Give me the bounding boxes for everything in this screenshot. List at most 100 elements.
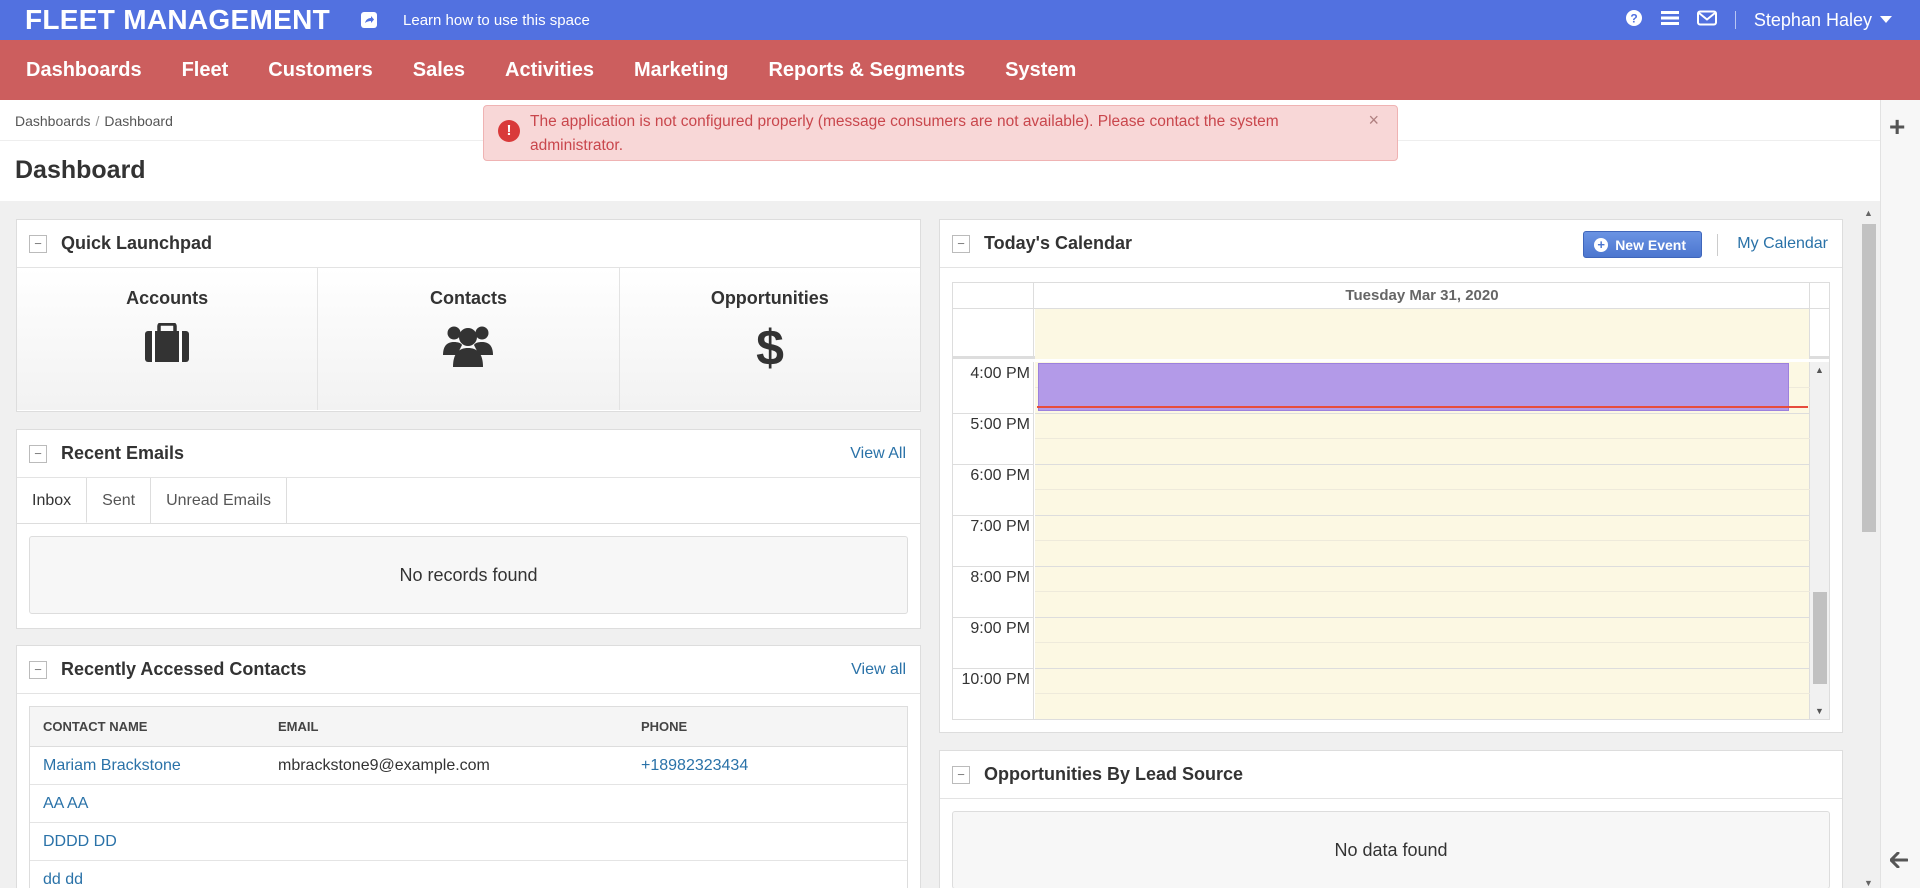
hour-line (1035, 617, 1810, 618)
gutter-line (953, 413, 1034, 414)
collapse-button[interactable]: − (952, 234, 970, 253)
contact-name-link[interactable]: dd dd (30, 871, 278, 888)
scroll-up-icon[interactable]: ▲ (1815, 365, 1824, 375)
breadcrumb-item-dashboards[interactable]: Dashboards (15, 113, 91, 129)
add-widget-icon[interactable]: + (1889, 113, 1905, 141)
calendar-event[interactable] (1038, 363, 1789, 411)
mail-icon[interactable] (1696, 10, 1717, 31)
widget-header: − Recently Accessed Contacts View all (17, 646, 920, 694)
svg-text:?: ? (1630, 11, 1637, 25)
time-gutter-header (953, 283, 1034, 309)
gutter-line (953, 566, 1034, 567)
contact-email: mbrackstone9@example.com (278, 756, 490, 774)
users-icon (443, 323, 494, 372)
current-time-indicator (1037, 406, 1808, 408)
collapse-button[interactable]: − (29, 444, 47, 463)
main-nav: Dashboards Fleet Customers Sales Activit… (0, 40, 1920, 100)
scrollbar-thumb[interactable] (1813, 592, 1827, 684)
tab-inbox[interactable]: Inbox (17, 478, 88, 523)
hour-line (1035, 515, 1810, 516)
table-row: AA AA (30, 785, 907, 823)
launchpad-grid: Accounts Contacts Opportunities $ (17, 268, 920, 410)
page-scrollbar[interactable]: ▲ ▼ (1860, 208, 1878, 888)
tab-sent[interactable]: Sent (87, 478, 152, 523)
widget-title: Quick Launchpad (61, 233, 213, 253)
time-label: 7:00 PM (970, 518, 1030, 535)
new-event-label: New Event (1615, 236, 1686, 253)
my-calendar-link[interactable]: My Calendar (1737, 235, 1828, 253)
scroll-down-icon[interactable]: ▼ (1864, 878, 1873, 888)
user-menu[interactable]: Stephan Haley (1754, 10, 1892, 31)
gutter-line (953, 515, 1034, 516)
top-bar: FLEET MANAGEMENT Learn how to use this s… (0, 0, 1920, 40)
all-day-gutter (953, 309, 1034, 359)
breadcrumb-separator: / (95, 113, 100, 129)
header-separator (1717, 234, 1718, 256)
time-slots: 4:00 PM 5:00 PM 6:00 PM 7:00 PM 8:00 PM … (953, 362, 1829, 719)
time-label: 10:00 PM (961, 671, 1030, 688)
time-label: 6:00 PM (970, 467, 1030, 484)
half-hour-line (1035, 642, 1810, 643)
column-header[interactable]: EMAIL (278, 719, 641, 734)
nav-item-fleet[interactable]: Fleet (182, 59, 229, 82)
hour-line (1035, 566, 1810, 567)
arrow-left-icon[interactable] (1889, 848, 1909, 874)
launchpad-label: Accounts (126, 288, 209, 308)
menu-icon[interactable] (1660, 10, 1679, 31)
half-hour-line (1035, 540, 1810, 541)
hour-line (1035, 668, 1810, 669)
table-row: DDDD DD (30, 823, 907, 861)
contact-name-link[interactable]: AA AA (30, 795, 278, 813)
contact-name-link[interactable]: DDDD DD (30, 833, 278, 851)
scrollbar-thumb[interactable] (1862, 224, 1876, 532)
half-hour-line (1035, 591, 1810, 592)
tab-unread-emails[interactable]: Unread Emails (151, 478, 287, 523)
collapse-button[interactable]: − (29, 234, 47, 253)
view-all-link[interactable]: View all (851, 661, 906, 679)
nav-item-system[interactable]: System (1005, 59, 1076, 82)
time-label: 8:00 PM (970, 569, 1030, 586)
nav-item-customers[interactable]: Customers (268, 59, 372, 82)
all-day-row[interactable] (953, 309, 1829, 359)
widget-title: Recently Accessed Contacts (61, 659, 307, 679)
page-title: Dashboard (15, 156, 146, 184)
nav-item-marketing[interactable]: Marketing (634, 59, 728, 82)
contact-name-link[interactable]: Mariam Brackstone (30, 757, 278, 775)
briefcase-icon (144, 322, 190, 368)
nav-item-sales[interactable]: Sales (413, 59, 465, 82)
hour-line (1035, 413, 1810, 414)
help-icon[interactable]: ? (1625, 9, 1643, 32)
contact-phone-link[interactable]: +18982323434 (641, 757, 748, 775)
contacts-table: CONTACT NAME EMAIL PHONE Mariam Bracksto… (29, 706, 908, 888)
nav-item-activities[interactable]: Activities (505, 59, 594, 82)
plus-circle-icon: + (1594, 237, 1609, 252)
day-label: Tuesday Mar 31, 2020 (1035, 283, 1810, 309)
calendar-scrollbar[interactable]: ▲ ▼ (1810, 362, 1829, 719)
share-icon[interactable] (360, 11, 378, 29)
empty-state: No records found (29, 536, 908, 614)
alert-message: The application is not configured proper… (530, 113, 1279, 154)
dollar-icon: $ (755, 320, 785, 376)
all-day-area[interactable] (1035, 309, 1810, 359)
launchpad-accounts[interactable]: Accounts (17, 268, 319, 410)
gutter-line (953, 617, 1034, 618)
calendar-grid: Tuesday Mar 31, 2020 4:00 PM 5:00 PM 6:0… (952, 282, 1830, 720)
new-event-button[interactable]: + New Event (1583, 231, 1702, 258)
scroll-up-icon[interactable]: ▲ (1864, 208, 1873, 218)
column-header[interactable]: PHONE (641, 719, 687, 734)
learn-link[interactable]: Learn how to use this space (403, 12, 590, 29)
nav-item-reports-segments[interactable]: Reports & Segments (768, 59, 965, 82)
launchpad-opportunities[interactable]: Opportunities $ (620, 268, 920, 410)
column-header[interactable]: CONTACT NAME (30, 719, 278, 734)
app-brand[interactable]: FLEET MANAGEMENT (25, 4, 330, 36)
collapse-button[interactable]: − (952, 765, 970, 784)
view-all-link[interactable]: View All (850, 445, 906, 463)
collapse-button[interactable]: − (29, 660, 47, 679)
close-icon[interactable]: × (1368, 108, 1379, 132)
launchpad-contacts[interactable]: Contacts (318, 268, 620, 410)
caret-down-icon (1880, 16, 1892, 23)
time-label: 5:00 PM (970, 416, 1030, 433)
scroll-down-icon[interactable]: ▼ (1815, 706, 1824, 716)
nav-item-dashboards[interactable]: Dashboards (26, 59, 142, 82)
calendar-day-header: Tuesday Mar 31, 2020 (953, 283, 1829, 309)
